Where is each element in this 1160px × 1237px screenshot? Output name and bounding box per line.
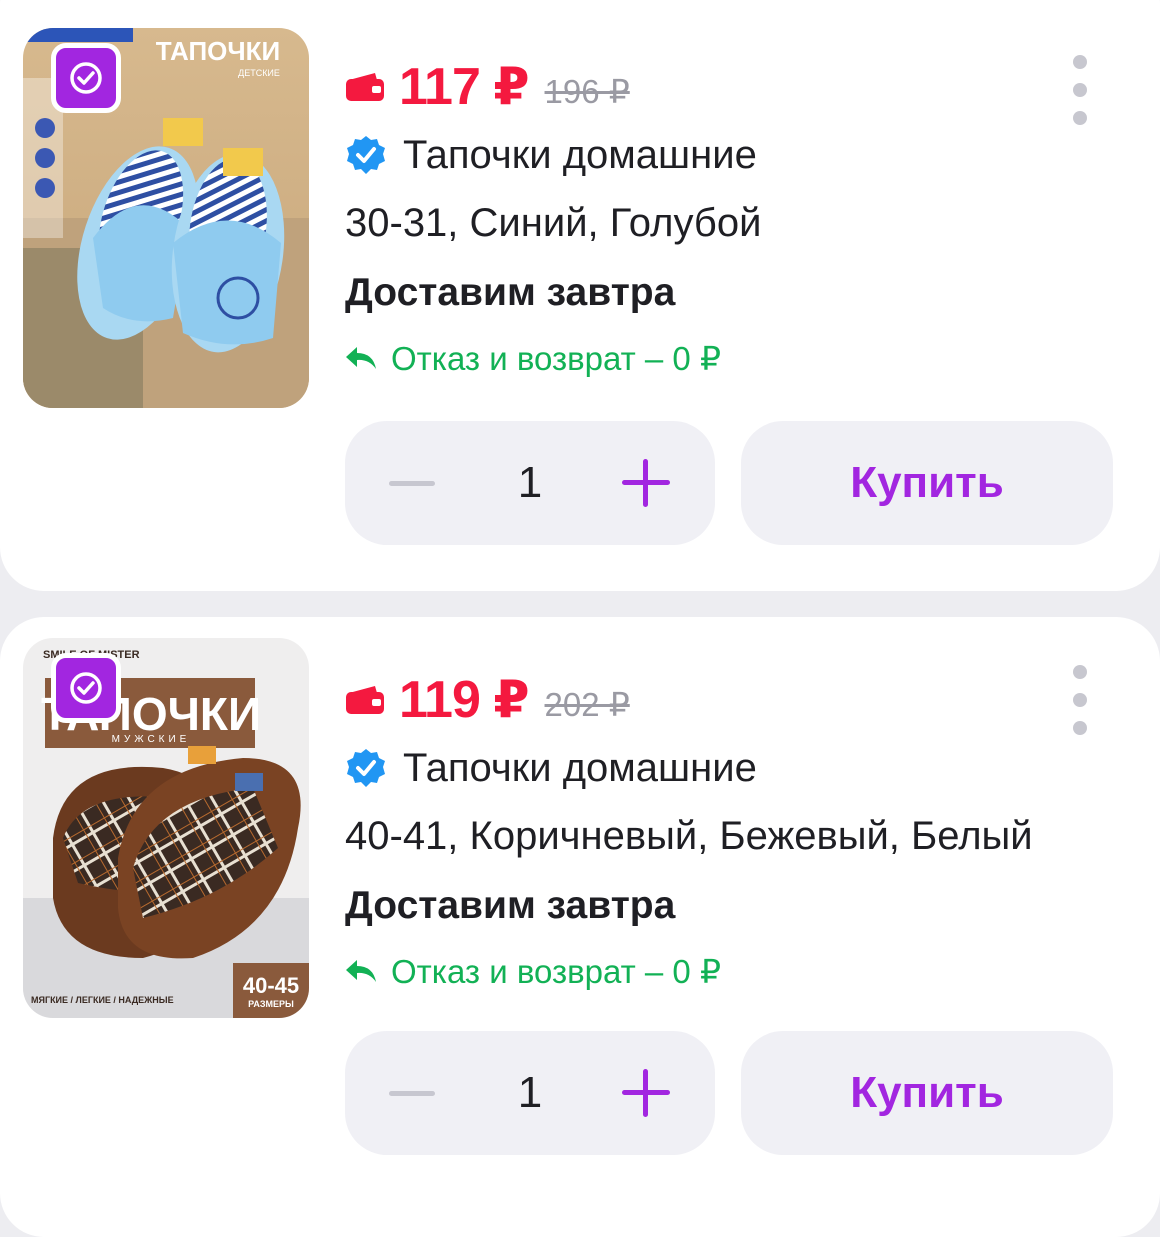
product-card: SMILE OF MISTER ТАПОЧКИ МУЖСКИЕ МЯГКИЕ /… xyxy=(0,617,1160,1237)
product-info: 119 ₽ 202 ₽ Тапочки домашние 40-41, Кори… xyxy=(345,665,1120,1001)
verified-badge-icon xyxy=(347,749,385,787)
product-info: 117 ₽ 196 ₽ Тапочки домашние 30-31, Сини… xyxy=(345,52,1120,388)
image-features: МЯГКИЕ / ЛЕГКИЕ / НАДЕЖНЫЕ xyxy=(31,995,174,1005)
title-row[interactable]: Тапочки домашние xyxy=(345,735,1120,801)
delivery-text: Доставим завтра xyxy=(345,271,676,314)
decrease-button[interactable] xyxy=(389,1091,435,1096)
more-options-icon[interactable] xyxy=(1070,665,1090,735)
image-subtitle: МУЖСКИЕ xyxy=(112,734,191,745)
increase-button[interactable] xyxy=(622,1069,670,1117)
more-options-icon[interactable] xyxy=(1070,55,1090,125)
select-checkbox[interactable] xyxy=(51,43,121,113)
product-variant: 30-31, Синий, Голубой xyxy=(345,201,762,245)
return-text: Отказ и возврат – 0 ₽ xyxy=(391,339,721,377)
return-arrow-icon xyxy=(346,347,376,369)
product-variant: 40-41, Коричневый, Бежевый, Белый xyxy=(345,814,1033,858)
price: 117 ₽ xyxy=(399,58,530,116)
product-card: ТАПОЧКИ ДЕТСКИЕ 117 ₽ 196 ₽ Тапочки дома… xyxy=(0,0,1160,591)
price-row: 119 ₽ 202 ₽ xyxy=(345,665,1120,735)
product-title[interactable]: Тапочки домашние xyxy=(403,746,757,791)
increase-button[interactable] xyxy=(622,459,670,507)
return-arrow-icon xyxy=(346,960,376,982)
old-price: 202 ₽ xyxy=(544,685,630,723)
price-row: 117 ₽ 196 ₽ xyxy=(345,52,1120,122)
quantity-stepper: 1 xyxy=(345,1031,715,1155)
image-size-label: РАЗМЕРЫ xyxy=(248,999,294,1009)
buy-button[interactable]: Купить xyxy=(741,1031,1113,1155)
decrease-button[interactable] xyxy=(389,481,435,486)
checkmark-icon xyxy=(70,672,102,704)
quantity-value: 1 xyxy=(517,458,543,507)
product-image[interactable]: ТАПОЧКИ ДЕТСКИЕ xyxy=(23,28,309,408)
image-subtitle: ДЕТСКИЕ xyxy=(238,68,280,78)
verified-badge-icon xyxy=(347,136,385,174)
return-info: Отказ и возврат – 0 ₽ xyxy=(345,328,1120,388)
image-title: ТАПОЧКИ xyxy=(156,36,280,66)
price: 119 ₽ xyxy=(399,671,530,729)
buy-button[interactable]: Купить xyxy=(741,421,1113,545)
wallet-icon xyxy=(346,686,384,714)
product-image[interactable]: SMILE OF MISTER ТАПОЧКИ МУЖСКИЕ МЯГКИЕ /… xyxy=(23,638,309,1018)
select-checkbox[interactable] xyxy=(51,653,121,723)
old-price: 196 ₽ xyxy=(544,72,630,110)
checkmark-icon xyxy=(70,62,102,94)
image-size-range: 40-45 xyxy=(243,973,299,998)
title-row[interactable]: Тапочки домашние xyxy=(345,122,1120,188)
quantity-stepper: 1 xyxy=(345,421,715,545)
product-title[interactable]: Тапочки домашние xyxy=(403,133,757,178)
return-text: Отказ и возврат – 0 ₽ xyxy=(391,952,721,990)
delivery-text: Доставим завтра xyxy=(345,884,676,927)
wallet-icon xyxy=(346,73,384,101)
return-info: Отказ и возврат – 0 ₽ xyxy=(345,941,1120,1001)
quantity-value: 1 xyxy=(517,1068,543,1117)
